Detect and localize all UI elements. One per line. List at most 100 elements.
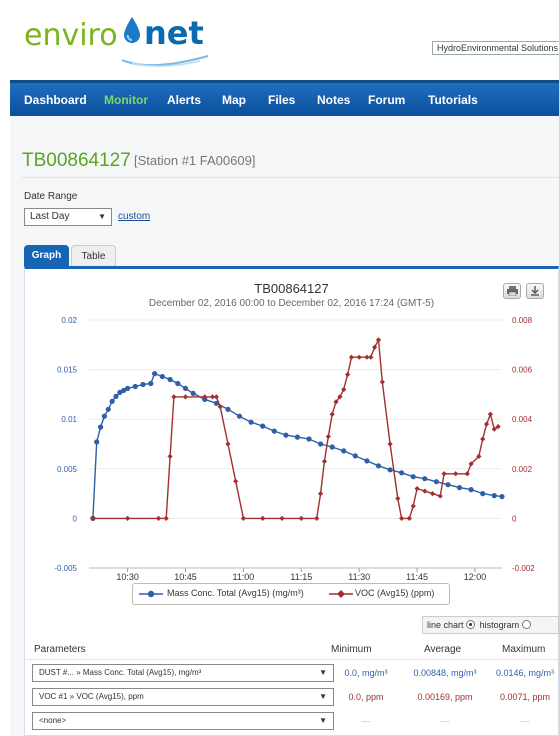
date-range-value: Last Day xyxy=(30,211,70,222)
y-left-tick-label: 0.005 xyxy=(57,465,78,474)
series1-point xyxy=(152,371,158,377)
series2-point xyxy=(375,337,382,343)
series2-point xyxy=(171,394,177,400)
parameter-select[interactable]: VOC #1 » VOC (Avg15), ppm ▼ xyxy=(32,688,334,706)
param-avg-value: 0.00848, mg/m³ xyxy=(413,668,477,678)
nav-notes[interactable]: Notes xyxy=(317,93,350,107)
histogram-option-label: histogram xyxy=(479,620,520,630)
series1-point xyxy=(468,487,474,493)
series2-point xyxy=(372,344,378,350)
series2-point xyxy=(441,471,447,477)
y-right-tick-label: 0.006 xyxy=(512,366,533,375)
series1-point xyxy=(236,413,243,419)
series2-point xyxy=(379,379,385,385)
legend-series1-label[interactable]: Mass Conc. Total (Avg15) (mg/m³) xyxy=(167,588,304,598)
series2-point xyxy=(182,394,189,400)
dropdown-caret-icon: ▼ xyxy=(319,668,327,677)
series1-point xyxy=(248,419,254,425)
chart-legend: Mass Conc. Total (Avg15) (mg/m³) VOC (Av… xyxy=(132,583,450,605)
series2-point xyxy=(345,371,351,378)
legend-series2-label[interactable]: VOC (Avg15) (ppm) xyxy=(355,588,434,598)
y-right-tick-label: 0.008 xyxy=(512,316,533,325)
histogram-radio[interactable] xyxy=(521,620,531,629)
tab-graph[interactable]: Graph xyxy=(24,245,69,267)
parameter-row: VOC #1 » VOC (Avg15), ppm ▼ 0.0, ppm 0.0… xyxy=(24,686,559,710)
series1-point xyxy=(352,453,358,459)
parameter-select-value: <none> xyxy=(39,716,67,725)
parameters-heading: Parameters xyxy=(34,644,86,655)
dropdown-caret-icon: ▼ xyxy=(98,212,106,221)
series2-point xyxy=(395,495,401,502)
series2-point xyxy=(387,441,393,447)
series1-point xyxy=(98,424,104,430)
series1-point xyxy=(375,463,382,469)
series2-point xyxy=(453,471,459,477)
series1-point xyxy=(271,428,277,434)
param-min-value: 0.0, ppm xyxy=(348,692,384,702)
series1-point xyxy=(190,390,196,396)
brand-tagline: HydroEnvironmental Solutions xyxy=(432,41,559,55)
minimum-heading: Minimum xyxy=(331,644,372,655)
series1-point xyxy=(410,474,416,480)
series1-point xyxy=(499,494,505,500)
series1-point xyxy=(109,398,115,404)
line-chart-option-label: line chart xyxy=(427,620,464,630)
x-tick-label: 12:00 xyxy=(464,572,487,582)
param-max-value: — xyxy=(520,716,530,726)
series1-point xyxy=(225,406,231,412)
series1-point xyxy=(480,491,486,497)
series2-point xyxy=(124,515,131,521)
download-button[interactable] xyxy=(526,283,544,299)
nav-map[interactable]: Map xyxy=(222,93,246,107)
tab-table[interactable]: Table xyxy=(71,245,116,267)
y-right-tick-label: 0.002 xyxy=(512,465,533,474)
nav-alerts[interactable]: Alerts xyxy=(167,93,201,107)
chart-subtitle: December 02, 2016 00:00 to December 02, … xyxy=(148,298,435,309)
parameter-select-value: DUST #... » Mass Conc. Total (Avg15), mg… xyxy=(39,668,202,677)
nav-tutorials[interactable]: Tutorials xyxy=(428,93,478,107)
series2-point xyxy=(213,394,219,400)
series-line-2 xyxy=(92,337,499,520)
series2-point xyxy=(167,453,173,459)
param-avg-value: 0.00169, ppm xyxy=(417,692,473,702)
series2-point xyxy=(414,486,420,492)
parameter-select[interactable]: <none> ▼ xyxy=(32,712,334,730)
series1-point xyxy=(341,448,347,454)
printer-icon xyxy=(506,286,518,297)
nav-dashboard[interactable]: Dashboard xyxy=(24,93,87,107)
logo-text-enviro: enviro xyxy=(24,18,118,53)
parameter-row: DUST #... » Mass Conc. Total (Avg15), mg… xyxy=(24,662,559,686)
line-chart-radio[interactable] xyxy=(466,620,476,629)
chart-view-toggle: line chart histogram xyxy=(422,616,559,634)
series2-point xyxy=(368,354,374,360)
series1-point xyxy=(294,434,300,440)
series2-point xyxy=(233,478,239,484)
series1-point xyxy=(132,383,138,390)
series1-point xyxy=(113,393,119,399)
parameter-select[interactable]: DUST #... » Mass Conc. Total (Avg15), mg… xyxy=(32,664,334,682)
average-heading: Average xyxy=(424,644,462,655)
series1-point xyxy=(422,476,428,482)
y-left-tick-label: 0.01 xyxy=(61,415,77,424)
series2-point xyxy=(163,515,169,521)
nav-files[interactable]: Files xyxy=(268,93,295,107)
series1-point xyxy=(399,470,405,476)
series2-point xyxy=(429,491,436,497)
print-button[interactable] xyxy=(503,283,521,299)
y-left-tick-label: 0.02 xyxy=(61,316,77,325)
custom-range-link[interactable]: custom xyxy=(118,211,150,222)
nav-forum[interactable]: Forum xyxy=(368,93,405,107)
nav-monitor[interactable]: Monitor xyxy=(104,93,148,107)
series1-point xyxy=(182,385,189,391)
download-icon xyxy=(531,286,539,296)
series2-point xyxy=(260,515,266,521)
monitor-chart: -0.005 -0.002 0 0 0.005 0.002 0.01 0.004 0.015 0.… xyxy=(54,316,535,582)
date-range-select[interactable]: Last Day ▼ xyxy=(24,208,112,226)
series1-point xyxy=(260,423,266,429)
param-min-value: 0.0, mg/m³ xyxy=(344,668,388,678)
x-tick-label: 11:30 xyxy=(348,572,370,582)
x-tick-label: 10:30 xyxy=(116,572,139,582)
series1-point xyxy=(306,436,312,442)
param-avg-value: — xyxy=(440,716,450,726)
logo-swoosh-icon xyxy=(121,55,209,67)
